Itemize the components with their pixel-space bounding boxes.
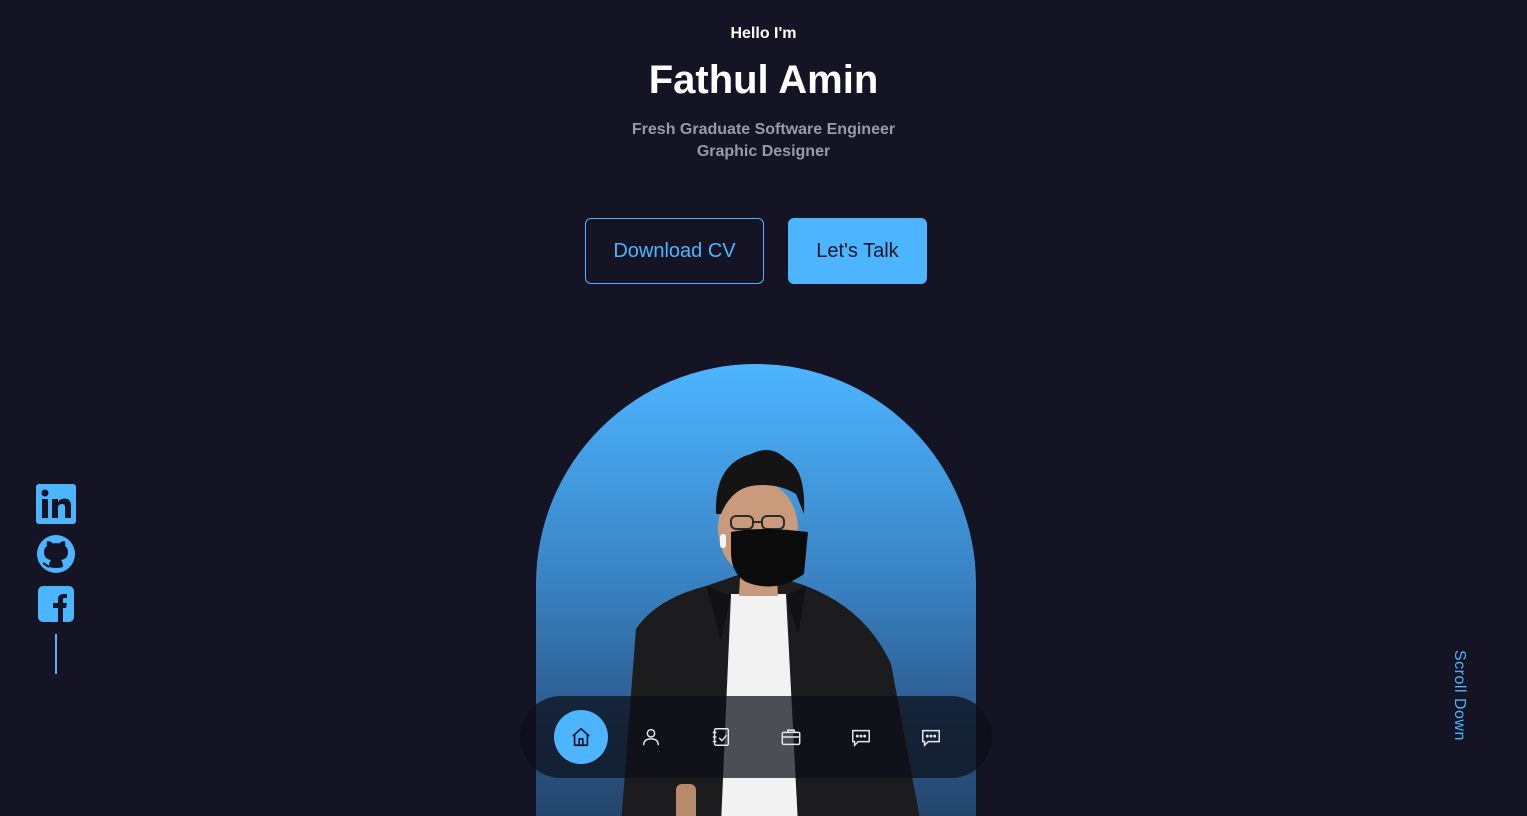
portfolio-hero: Hello I'm Fathul Amin Fresh Graduate Sof… (0, 0, 1527, 816)
briefcase-icon (781, 729, 801, 746)
social-divider-line (55, 634, 57, 674)
github-icon[interactable] (36, 534, 76, 574)
greeting-text: Hello I'm (730, 25, 797, 42)
facebook-icon[interactable] (36, 584, 76, 624)
linkedin-icon[interactable] (36, 484, 76, 524)
role-text: Graphic Designer (696, 143, 831, 160)
nav-contact[interactable] (904, 710, 958, 764)
user-icon (642, 728, 660, 746)
role-text: Fresh Graduate Software Engineer (631, 121, 896, 138)
nav-portfolio[interactable] (764, 710, 818, 764)
scroll-down-link[interactable]: Scroll Down (1450, 650, 1468, 741)
message-icon (922, 729, 940, 748)
nav-experience[interactable] (694, 710, 748, 764)
message-icon (852, 729, 870, 748)
social-links (36, 484, 76, 674)
lets-talk-button[interactable]: Let's Talk (788, 218, 927, 284)
nav-home[interactable] (554, 710, 608, 764)
nav-about[interactable] (624, 710, 678, 764)
download-cv-button[interactable]: Download CV (585, 218, 764, 284)
notes-icon (712, 728, 730, 746)
hero-name: Fathul Amin (648, 58, 879, 102)
bottom-nav (520, 696, 992, 778)
nav-testimonials[interactable] (834, 710, 888, 764)
home-icon (572, 727, 590, 747)
